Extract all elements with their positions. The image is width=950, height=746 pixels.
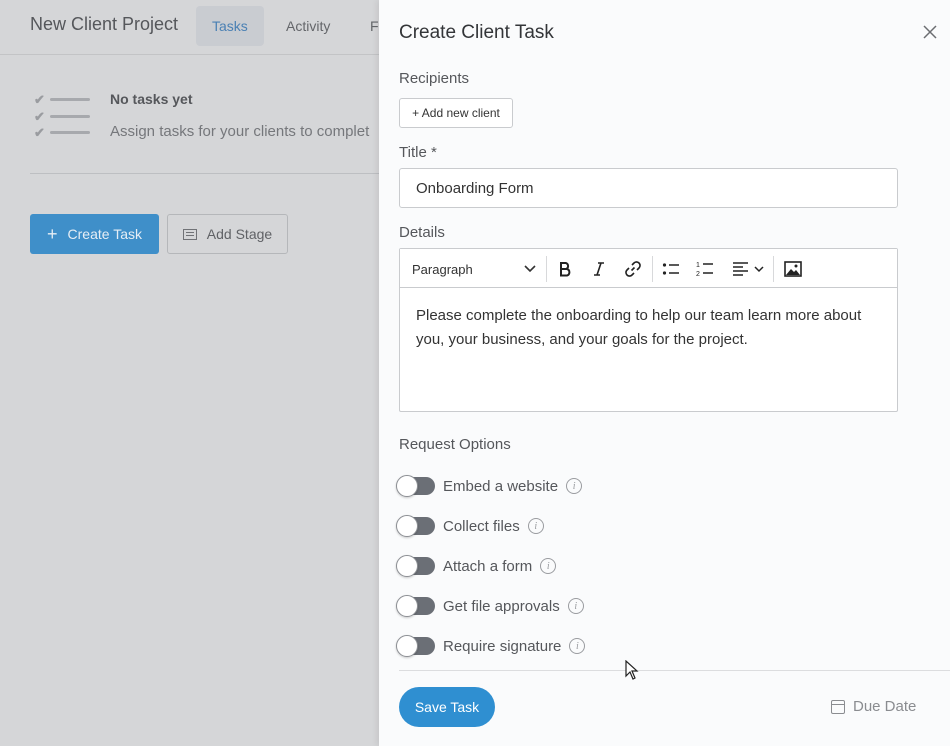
file-approvals-toggle[interactable] — [396, 595, 435, 617]
tab-activity[interactable]: Activity — [270, 6, 346, 46]
create-task-label: Create Task — [67, 226, 142, 242]
add-client-button[interactable]: + Add new client — [399, 98, 513, 128]
option-embed-website: Embed a website i — [396, 475, 583, 497]
due-date-button[interactable]: Due Date — [831, 698, 916, 715]
title-input[interactable] — [399, 168, 898, 208]
option-label: Collect files — [443, 517, 520, 535]
info-icon[interactable]: i — [527, 518, 544, 534]
info-icon[interactable]: i — [566, 478, 583, 494]
stage-icon — [182, 228, 197, 240]
request-options-label: Request Options — [399, 436, 511, 453]
option-attach-form: Attach a form i — [396, 555, 557, 577]
close-icon[interactable] — [920, 22, 940, 42]
option-label: Get file approvals — [443, 597, 560, 615]
require-signature-toggle[interactable] — [396, 635, 435, 657]
italic-icon[interactable] — [587, 257, 611, 281]
plus-icon: + — [47, 223, 58, 244]
empty-state-subtitle: Assign tasks for your clients to complet — [110, 123, 370, 140]
toolbar-separator — [652, 256, 653, 282]
link-icon[interactable] — [621, 257, 645, 281]
mouse-cursor-icon — [625, 660, 639, 680]
option-label: Attach a form — [443, 557, 533, 575]
toolbar-separator — [546, 256, 547, 282]
tab-tasks[interactable]: Tasks — [196, 6, 264, 46]
title-label: Title * — [399, 144, 437, 161]
info-icon[interactable]: i — [567, 598, 584, 614]
save-task-button[interactable]: Save Task — [399, 687, 495, 727]
info-icon[interactable]: i — [569, 638, 586, 654]
option-label: Require signature — [443, 637, 562, 655]
details-label: Details — [399, 224, 445, 241]
numbered-list-icon[interactable]: 12 — [693, 257, 717, 281]
details-editor[interactable]: Paragraph 12 Please complete the onboard… — [399, 248, 898, 412]
footer-divider — [399, 670, 950, 671]
embed-website-toggle[interactable] — [396, 475, 435, 497]
calendar-icon — [831, 699, 845, 714]
toolbar-separator — [773, 256, 774, 282]
create-task-button[interactable]: + Create Task — [30, 214, 159, 254]
drawer-title: Create Client Task — [399, 22, 554, 43]
divider — [30, 173, 380, 174]
option-collect-files: Collect files i — [396, 515, 544, 537]
details-text[interactable]: Please complete the onboarding to help o… — [416, 304, 886, 352]
due-date-label: Due Date — [853, 698, 917, 715]
option-require-signature: Require signature i — [396, 635, 586, 657]
project-title: New Client Project — [30, 14, 179, 34]
bullet-list-icon[interactable] — [659, 257, 683, 281]
chevron-down-icon — [524, 265, 536, 273]
paragraph-style-select[interactable]: Paragraph — [412, 259, 536, 279]
add-stage-button[interactable]: Add Stage — [167, 214, 288, 254]
chevron-down-icon — [753, 265, 764, 272]
add-stage-label: Add Stage — [206, 226, 273, 242]
image-icon[interactable] — [781, 257, 805, 281]
recipients-label: Recipients — [399, 70, 470, 87]
bold-icon[interactable] — [553, 257, 577, 281]
task-list-icon: ✔ ✔ ✔ — [32, 92, 92, 140]
editor-toolbar: Paragraph 12 — [400, 249, 897, 288]
option-file-approvals: Get file approvals i — [396, 595, 584, 617]
info-icon[interactable]: i — [540, 558, 557, 574]
option-label: Embed a website — [443, 477, 559, 495]
align-select[interactable] — [730, 257, 766, 281]
svg-text:2: 2 — [696, 271, 700, 278]
paragraph-style-value: Paragraph — [412, 261, 473, 277]
empty-state-title: No tasks yet — [110, 91, 193, 107]
align-left-icon — [732, 262, 748, 276]
collect-files-toggle[interactable] — [396, 515, 435, 537]
svg-text:1: 1 — [696, 262, 700, 269]
attach-form-toggle[interactable] — [396, 555, 435, 577]
create-task-drawer: Create Client Task Recipients + Add new … — [379, 0, 950, 746]
